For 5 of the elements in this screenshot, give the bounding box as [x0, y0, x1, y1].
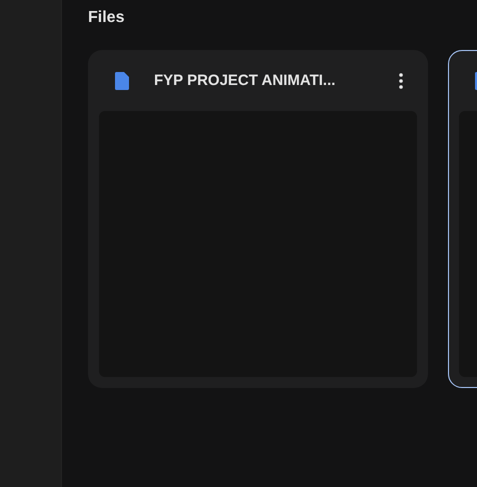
document-icon: [115, 72, 129, 90]
file-card[interactable]: FYP PROJECT ANIMATI...: [88, 50, 428, 388]
more-icon: [399, 73, 403, 89]
file-name: FYP PROJECT ANIMATI...: [154, 70, 336, 91]
section-title: Files: [88, 8, 126, 28]
